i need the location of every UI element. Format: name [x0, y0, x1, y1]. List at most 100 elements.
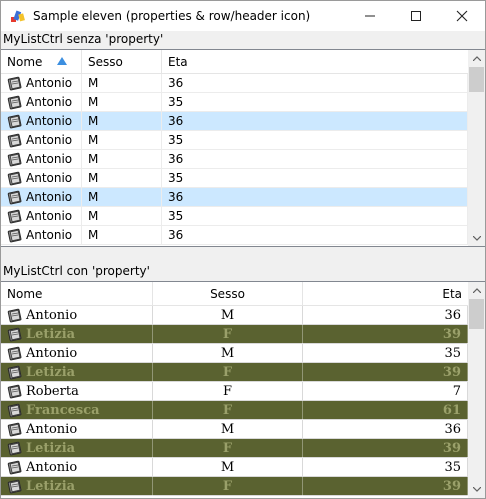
list1-header-eta-label: Eta — [168, 55, 188, 69]
list-item[interactable]: Roberta F 7 — [1, 381, 468, 401]
list-item[interactable]: Antonio M 35 — [1, 206, 468, 226]
scroll-up-button[interactable] — [468, 50, 485, 67]
cell-sesso-text: M — [88, 171, 99, 185]
row-document-icon — [7, 402, 23, 418]
cell-eta: 36 — [303, 419, 468, 439]
row-document-icon — [7, 383, 23, 399]
maximize-button[interactable] — [393, 1, 439, 31]
cell-eta-text: 35 — [444, 459, 461, 475]
list-item[interactable]: Letizia F 39 — [1, 362, 468, 382]
row-document-icon — [7, 208, 23, 224]
cell-nome-text: Antonio — [26, 209, 73, 223]
cell-nome: Antonio — [1, 419, 153, 439]
scroll-up-button[interactable] — [468, 282, 485, 299]
cell-nome: Antonio — [1, 343, 153, 363]
cell-sesso: M — [82, 92, 162, 112]
cell-sesso: M — [82, 111, 162, 131]
cell-eta-text: 61 — [442, 402, 461, 418]
cell-nome-text: Francesca — [26, 402, 100, 418]
cell-sesso: M — [82, 168, 162, 188]
list2-vertical-scrollbar[interactable] — [468, 282, 485, 498]
cell-nome: Roberta — [1, 381, 153, 401]
list-item[interactable]: Antonio M 36 — [1, 187, 468, 207]
list-item[interactable]: Antonio M 36 — [1, 111, 468, 131]
cell-eta-text: 7 — [452, 383, 461, 399]
list-item[interactable]: Letizia F 39 — [1, 324, 468, 344]
cell-nome-text: Letizia — [26, 326, 76, 342]
cell-sesso-text: M — [220, 307, 235, 323]
list-item[interactable]: Antonio M 35 — [1, 168, 468, 188]
cell-sesso-text: M — [88, 133, 99, 147]
list2-header-sesso[interactable]: Sesso — [153, 282, 303, 306]
cell-nome-text: Antonio — [26, 190, 73, 204]
cell-eta-text: 35 — [168, 95, 184, 109]
cell-sesso-text: F — [222, 383, 233, 399]
list-item[interactable]: Francesca F 61 — [1, 400, 468, 420]
row-document-icon — [7, 459, 23, 475]
cell-nome-text: Antonio — [26, 76, 73, 90]
list-item[interactable]: Antonio M 36 — [1, 305, 468, 325]
cell-sesso: M — [153, 343, 303, 363]
list1-header-nome[interactable]: Nome — [1, 50, 82, 74]
list-item[interactable]: Letizia F 39 — [1, 476, 468, 496]
scroll-down-button[interactable] — [468, 481, 485, 498]
cell-nome-text: Antonio — [26, 459, 78, 475]
cell-nome: Antonio — [1, 149, 82, 169]
list-item[interactable]: Letizia F 39 — [1, 438, 468, 458]
cell-sesso: M — [153, 419, 303, 439]
scroll-down-button[interactable] — [468, 230, 485, 246]
cell-eta: 35 — [162, 92, 468, 112]
cell-nome: Antonio — [1, 457, 153, 477]
list-item[interactable]: Antonio M 35 — [1, 130, 468, 150]
list-ctrl-plain[interactable]: Nome Sesso Eta Antonio M 36 Antonio M 35 Anton… — [1, 49, 485, 247]
list-item[interactable]: Antonio M 36 — [1, 73, 468, 93]
title-bar[interactable]: Sample eleven (properties & row/header i… — [1, 1, 485, 31]
scroll-thumb[interactable] — [469, 299, 484, 329]
list2-header-eta[interactable]: Eta — [303, 282, 468, 306]
cell-nome: Antonio — [1, 92, 82, 112]
cell-eta-text: 36 — [168, 228, 184, 242]
list1-header-eta[interactable]: Eta — [162, 50, 468, 74]
cell-eta-text: 36 — [444, 421, 461, 437]
cell-nome: Antonio — [1, 225, 82, 245]
cell-nome-text: Antonio — [26, 171, 73, 185]
list1-vertical-scrollbar[interactable] — [468, 50, 485, 246]
cell-nome: Antonio — [1, 187, 82, 207]
row-document-icon — [7, 478, 23, 494]
cell-eta: 7 — [303, 381, 468, 401]
cell-eta-text: 35 — [168, 171, 184, 185]
cell-sesso: M — [82, 225, 162, 245]
list-item[interactable]: Antonio M 36 — [1, 225, 468, 245]
minimize-icon — [365, 15, 375, 17]
list-ctrl-with-property[interactable]: Nome Sesso Eta Antonio M 36 Letizia F 39 Anton… — [1, 281, 485, 498]
cell-eta-text: 39 — [442, 478, 461, 494]
window-title: Sample eleven (properties & row/header i… — [33, 9, 311, 23]
cell-sesso-text: M — [220, 459, 235, 475]
cell-eta: 36 — [303, 305, 468, 325]
cell-eta: 39 — [303, 476, 468, 496]
list2-rows: Antonio M 36 Letizia F 39 Antonio M 35 Letizia F 39… — [1, 305, 468, 496]
cell-eta-text: 35 — [168, 209, 184, 223]
cell-nome: Antonio — [1, 305, 153, 325]
list-item[interactable]: Antonio M 35 — [1, 457, 468, 477]
cell-eta: 39 — [303, 324, 468, 344]
cell-nome-text: Antonio — [26, 133, 73, 147]
list2-header-eta-label: Eta — [442, 287, 462, 301]
list1-header-sesso[interactable]: Sesso — [82, 50, 162, 74]
list-item[interactable]: Antonio M 36 — [1, 419, 468, 439]
list2-header-nome[interactable]: Nome — [1, 282, 153, 306]
cell-sesso-text: F — [222, 402, 233, 418]
cell-eta: 36 — [162, 187, 468, 207]
list-item[interactable]: Antonio M 35 — [1, 92, 468, 112]
list-item[interactable]: Antonio M 35 — [1, 343, 468, 363]
cell-eta: 35 — [303, 457, 468, 477]
list2-header: Nome Sesso Eta — [1, 282, 468, 306]
close-button[interactable] — [439, 1, 485, 31]
cell-eta: 36 — [162, 225, 468, 245]
cell-sesso-text: M — [88, 228, 99, 242]
minimize-button[interactable] — [347, 1, 393, 31]
cell-eta: 36 — [162, 149, 468, 169]
scroll-thumb[interactable] — [469, 67, 484, 92]
list-item[interactable]: Antonio M 36 — [1, 149, 468, 169]
list1-header: Nome Sesso Eta — [1, 50, 468, 74]
